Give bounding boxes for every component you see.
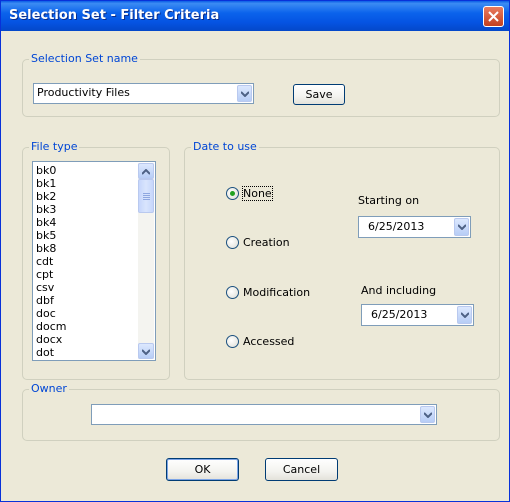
starting-on-label: Starting on [358,194,420,207]
scroll-down-button[interactable] [138,343,154,359]
and-including-value: 6/25/2013 [371,308,428,321]
file-type-scrollbar[interactable] [138,163,154,359]
file-type-item[interactable]: cdt [36,255,53,268]
and-including-dropdown-button[interactable] [457,306,472,324]
selection-set-name-value: Productivity Files [37,86,130,99]
file-type-item[interactable]: bk0 [36,164,56,177]
owner-group: Owner [22,383,500,441]
file-type-item[interactable]: bk1 [36,177,56,190]
and-including-date-picker[interactable]: 6/25/2013 [361,304,474,326]
radio-button[interactable] [226,335,239,348]
file-type-item[interactable]: doc [36,307,56,320]
chevron-up-icon [142,169,150,175]
selection-set-dropdown-button[interactable] [237,85,252,102]
scroll-thumb[interactable] [138,179,154,213]
chevron-down-icon [461,312,469,318]
cancel-button-label: Cancel [282,463,321,476]
thumb-grip [143,197,150,198]
starting-on-dropdown-button[interactable] [454,218,469,236]
file-type-item[interactable]: cpt [36,268,53,281]
radio-button[interactable] [226,286,239,299]
selection-set-name-dropdown[interactable]: Productivity Files [33,83,254,104]
owner-dropdown-button[interactable] [420,406,435,423]
dialog-body: Selection Set name Productivity Files Sa… [4,31,507,499]
close-icon [488,11,499,22]
radio-button[interactable] [226,187,239,200]
cancel-button[interactable]: Cancel [265,458,338,481]
dialog-window: Selection Set - Filter Criteria Selectio… [0,0,510,502]
save-button-label: Save [305,88,333,101]
file-type-item[interactable]: csv [36,281,54,294]
file-type-item[interactable]: bk4 [36,216,56,229]
radio-modification-label: Modification [243,286,311,299]
file-type-item[interactable]: dbf [36,294,54,307]
save-button[interactable]: Save [293,84,345,105]
radio-creation-label: Creation [243,236,290,249]
starting-on-date-picker[interactable]: 6/25/2013 [358,216,471,238]
selection-set-group: Selection Set name Productivity Files Sa… [22,53,500,117]
owner-dropdown[interactable] [91,404,437,425]
owner-group-label: Owner [31,382,67,395]
file-type-group-label: File type [31,140,78,153]
file-type-item[interactable]: dot [36,346,54,359]
file-type-item[interactable]: bk2 [36,190,56,203]
chevron-down-icon [424,412,432,418]
file-type-item[interactable]: bk5 [36,229,56,242]
and-including-label: And including [361,284,437,297]
file-type-item[interactable]: docx [36,333,62,346]
selection-set-group-label: Selection Set name [31,52,138,65]
radio-button[interactable] [226,236,239,249]
file-type-item[interactable]: bk8 [36,242,56,255]
file-type-group: File type dot docx docm doc dbf csv cpt cdt bk8 b… [22,141,170,380]
ok-button-label: OK [194,463,211,476]
date-to-use-group: Date to use None Creation Modification A… [184,141,500,380]
file-type-item[interactable]: docm [36,320,66,333]
radio-none-label: None [242,186,273,201]
file-type-item[interactable]: bk3 [36,203,56,216]
thumb-grip [143,195,150,196]
window-title: Selection Set - Filter Criteria [9,8,220,23]
thumb-grip [143,193,150,194]
close-button[interactable] [483,6,504,27]
file-type-list[interactable]: dot docx docm doc dbf csv cpt cdt bk8 bk5 bk4 bk3 bk… [32,161,156,361]
date-to-use-group-label: Date to use [193,140,257,153]
chevron-down-icon [142,349,150,355]
thumb-grip [143,199,150,200]
scroll-up-button[interactable] [138,163,154,179]
title-bar[interactable]: Selection Set - Filter Criteria [1,1,509,31]
chevron-down-icon [241,91,249,97]
chevron-down-icon [458,224,466,230]
radio-accessed-label: Accessed [243,335,295,348]
starting-on-value: 6/25/2013 [368,220,425,233]
ok-button[interactable]: OK [166,458,239,481]
